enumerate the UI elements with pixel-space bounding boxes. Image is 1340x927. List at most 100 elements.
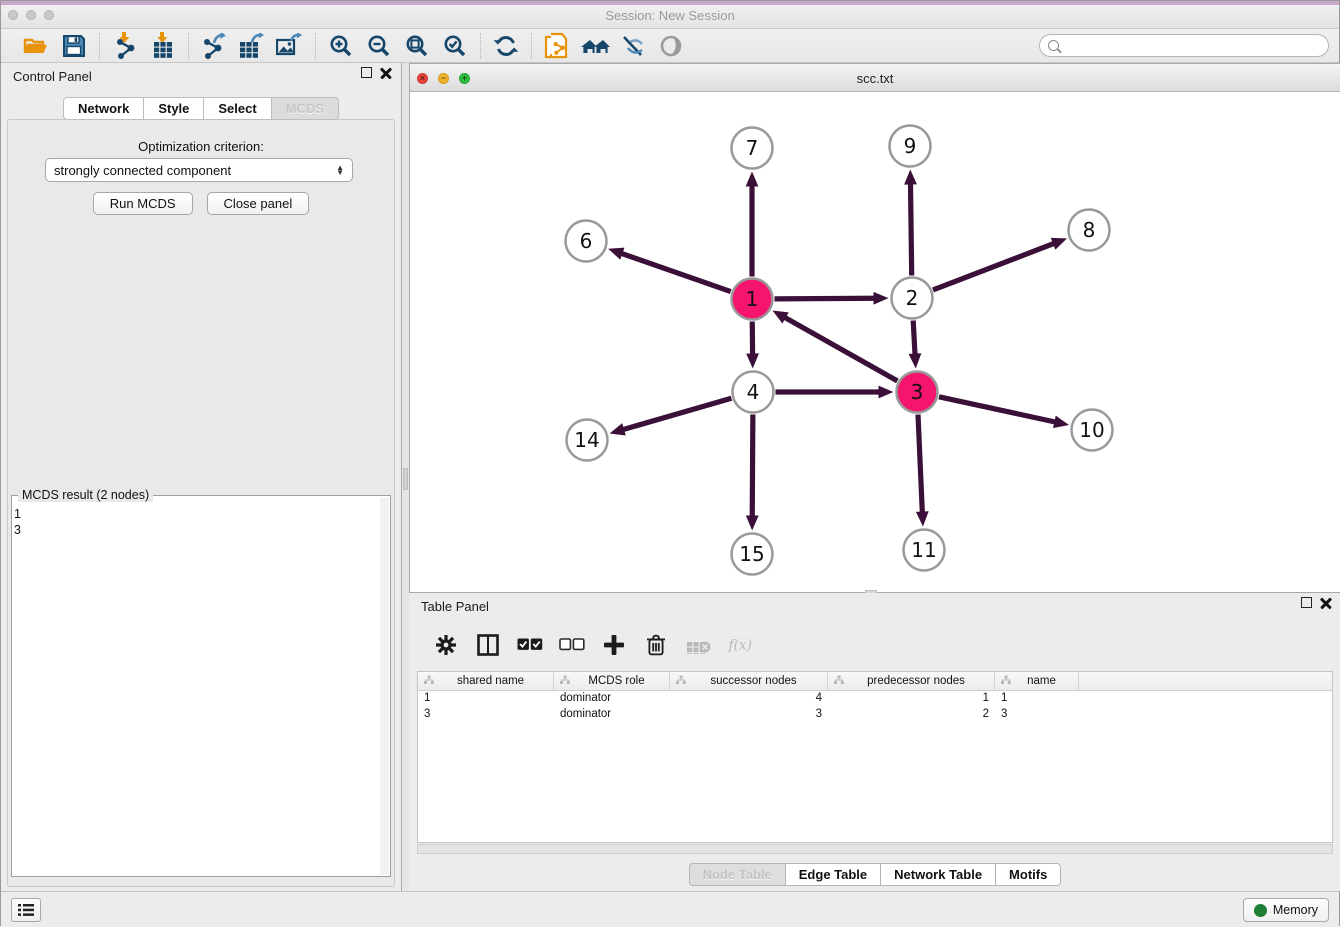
graph-node-8[interactable]: 8 <box>1069 210 1110 251</box>
column-label: predecessor nodes <box>848 675 994 687</box>
tab-style[interactable]: Style <box>143 97 203 120</box>
cell-name[interactable]: 1 <box>995 691 1079 707</box>
tab-network[interactable]: Network <box>63 97 143 120</box>
table-hscrollbar[interactable] <box>417 844 1333 854</box>
gear-icon[interactable] <box>433 632 459 658</box>
cell-shared-name[interactable]: 1 <box>418 691 554 707</box>
select-all-icon[interactable] <box>517 632 543 658</box>
graph-node-11[interactable]: 11 <box>904 530 945 571</box>
import-table-icon[interactable] <box>148 32 178 60</box>
cell-shared-name[interactable]: 3 <box>418 707 554 723</box>
table-row-1[interactable]: 1dominator411 <box>418 691 1332 707</box>
tab-motifs[interactable]: Motifs <box>995 863 1061 886</box>
zoom-selected-icon[interactable] <box>440 32 470 60</box>
table-float-panel-icon[interactable] <box>1301 597 1312 608</box>
close-panel-button[interactable]: Close panel <box>207 192 310 215</box>
cell-MCDS-role[interactable]: dominator <box>554 691 670 707</box>
cell-predecessor-nodes[interactable]: 1 <box>828 691 995 707</box>
edge-2-9[interactable] <box>910 182 911 275</box>
graph-node-10[interactable]: 10 <box>1072 410 1113 451</box>
edge-arrowhead <box>879 386 894 399</box>
column-header-predecessor-nodes[interactable]: predecessor nodes <box>828 672 995 690</box>
open-folder-icon[interactable] <box>21 32 51 60</box>
eye-hidden-icon[interactable] <box>618 32 648 60</box>
column-header-name[interactable]: name <box>995 672 1079 690</box>
edge-3-10[interactable] <box>939 397 1056 422</box>
edge-1-6[interactable] <box>620 253 730 292</box>
node-label: 6 <box>580 229 593 253</box>
trash-icon[interactable] <box>643 632 669 658</box>
column-type-icon <box>676 675 686 688</box>
edge-arrowhead <box>873 292 888 305</box>
result-scrollbar[interactable] <box>380 497 389 875</box>
network-title: scc.txt <box>410 71 1340 86</box>
cell-successor-nodes[interactable]: 4 <box>670 691 828 707</box>
save-icon[interactable] <box>59 32 89 60</box>
criterion-dropdown[interactable]: strongly connected component ▲▼ <box>45 158 353 182</box>
close-panel-icon[interactable] <box>380 67 393 80</box>
tab-select[interactable]: Select <box>203 97 270 120</box>
task-history-button[interactable] <box>11 898 41 922</box>
network-titlebar[interactable]: × − + scc.txt <box>410 64 1340 92</box>
graph-node-7[interactable]: 7 <box>732 128 773 169</box>
zoom-fit-icon[interactable] <box>402 32 432 60</box>
graph-node-1[interactable]: 1 <box>732 279 773 320</box>
edge-2-3[interactable] <box>913 320 915 355</box>
edge-4-15[interactable] <box>752 414 753 517</box>
cell-name[interactable]: 3 <box>995 707 1079 723</box>
cell-predecessor-nodes[interactable]: 2 <box>828 707 995 723</box>
column-header-successor-nodes[interactable]: successor nodes <box>670 672 828 690</box>
mcds-result-list[interactable]: 1 3 <box>14 506 380 874</box>
zoom-out-icon[interactable] <box>364 32 394 60</box>
home-icon[interactable] <box>580 32 610 60</box>
cell-MCDS-role[interactable]: dominator <box>554 707 670 723</box>
column-header-shared-name[interactable]: shared name <box>418 672 554 690</box>
export-image-icon[interactable] <box>275 32 305 60</box>
export-table-icon[interactable] <box>237 32 267 60</box>
float-panel-icon[interactable] <box>361 67 372 78</box>
edge-4-14[interactable] <box>622 398 731 430</box>
app-window: Session: New Session Control Panel Netwo… <box>0 0 1340 926</box>
search-input[interactable] <box>1065 39 1315 53</box>
edge-3-11[interactable] <box>918 414 922 513</box>
memory-button[interactable]: Memory <box>1243 898 1329 922</box>
vertical-splitter[interactable] <box>401 63 409 891</box>
graph-node-9[interactable]: 9 <box>890 126 931 167</box>
graph-node-4[interactable]: 4 <box>733 372 774 413</box>
search-field[interactable] <box>1039 34 1329 57</box>
table-row-2[interactable]: 3dominator323 <box>418 707 1332 723</box>
tab-edge-table[interactable]: Edge Table <box>785 863 880 886</box>
node-label: 11 <box>911 538 936 562</box>
graph-node-14[interactable]: 14 <box>567 420 608 461</box>
eye-icon[interactable] <box>656 32 686 60</box>
add-icon[interactable] <box>601 632 627 658</box>
columns-icon[interactable] <box>475 632 501 658</box>
edge-2-8[interactable] <box>933 243 1055 290</box>
tab-node-table[interactable]: Node Table <box>689 863 785 886</box>
graph-node-15[interactable]: 15 <box>732 534 773 575</box>
edge-arrowhead <box>904 169 917 184</box>
clone-network-icon[interactable] <box>542 32 572 60</box>
edge-3-1[interactable] <box>784 317 898 381</box>
refresh-layout-icon[interactable] <box>491 32 521 60</box>
chevron-updown-icon: ▲▼ <box>336 165 344 175</box>
tab-network-table[interactable]: Network Table <box>880 863 995 886</box>
table-close-panel-icon[interactable] <box>1320 597 1333 610</box>
export-network-icon[interactable] <box>199 32 229 60</box>
zoom-in-icon[interactable] <box>326 32 356 60</box>
tab-mcds[interactable]: MCDS <box>271 97 339 120</box>
graph-node-3[interactable]: 3 <box>897 372 938 413</box>
network-canvas[interactable]: 7 9 6 8 1 2 4 3 14 10 15 11 <box>410 92 1340 592</box>
network-graph[interactable]: 7 9 6 8 1 2 4 3 14 10 15 11 <box>410 92 1340 592</box>
graph-node-6[interactable]: 6 <box>566 221 607 262</box>
edge-arrowhead <box>746 172 759 187</box>
graph-node-2[interactable]: 2 <box>892 278 933 319</box>
deselect-all-icon[interactable] <box>559 632 585 658</box>
edge-1-2[interactable] <box>774 298 875 299</box>
import-network-icon[interactable] <box>110 32 140 60</box>
column-header-MCDS-role[interactable]: MCDS role <box>554 672 670 690</box>
splitter-grip[interactable] <box>403 468 408 490</box>
run-mcds-button[interactable]: Run MCDS <box>93 192 193 215</box>
cell-successor-nodes[interactable]: 3 <box>670 707 828 723</box>
mcds-result-title: MCDS result (2 nodes) <box>18 488 153 502</box>
